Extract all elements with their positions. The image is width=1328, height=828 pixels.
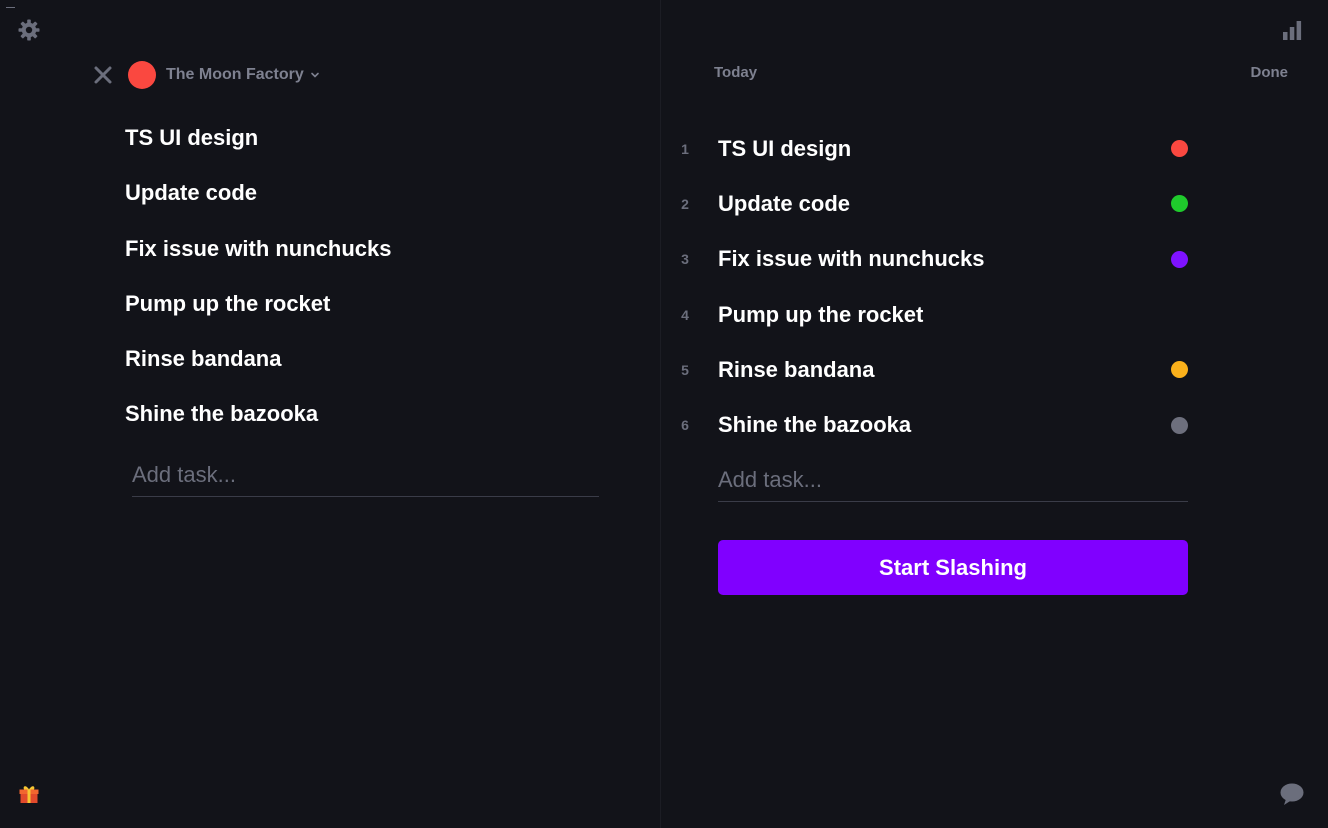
chevron-down-icon [310, 70, 320, 80]
settings-button[interactable] [15, 16, 43, 44]
task-label: Fix issue with nunchucks [718, 246, 985, 272]
project-header: The Moon Factory [90, 58, 320, 92]
project-color-dot [1171, 416, 1188, 434]
bar-chart-icon [1283, 21, 1302, 40]
task-number: 6 [681, 417, 689, 434]
task-label: TS UI design [718, 135, 852, 161]
task-number: 2 [681, 195, 689, 212]
today-task-row[interactable]: 6 Shine the bazooka [670, 397, 1190, 452]
done-header[interactable]: Done [1251, 64, 1289, 81]
task-number: 3 [681, 251, 689, 268]
app-window: The Moon Factory TS UI design Update cod… [0, 0, 1328, 828]
gear-icon [18, 19, 40, 41]
task-label: Rinse bandana [718, 356, 875, 382]
task-item[interactable]: Fix issue with nunchucks [125, 221, 605, 276]
today-task-row[interactable]: 4 Pump up the rocket [670, 287, 1190, 342]
stats-button[interactable] [1278, 16, 1306, 44]
today-task-row[interactable]: 2 Update code [670, 176, 1190, 231]
today-task-list: 1 TS UI design 2 Update code 3 Fix issue… [670, 121, 1190, 453]
task-label: Update code [718, 190, 851, 216]
gift-icon [19, 786, 39, 803]
today-header[interactable]: Today [714, 64, 757, 81]
project-add-task-field [132, 453, 599, 497]
close-project-button[interactable] [90, 62, 116, 88]
add-task-input[interactable] [718, 458, 1188, 501]
today-task-row[interactable]: 5 Rinse bandana [670, 342, 1190, 397]
add-task-input[interactable] [132, 453, 599, 496]
task-number: 5 [681, 361, 689, 378]
project-color-dot [128, 61, 156, 89]
panel-divider [660, 0, 661, 828]
task-item[interactable]: Rinse bandana [125, 331, 605, 386]
task-item[interactable]: Shine the bazooka [125, 386, 605, 441]
gift-button[interactable] [15, 780, 43, 808]
task-item[interactable]: TS UI design [125, 110, 605, 165]
project-color-dot [1171, 250, 1188, 268]
project-color-dot [1171, 195, 1188, 213]
chat-bubble-icon [1280, 783, 1304, 805]
project-color-dot [1171, 140, 1188, 158]
task-number: 4 [681, 306, 689, 323]
today-task-row[interactable]: 3 Fix issue with nunchucks [670, 232, 1190, 287]
task-item[interactable]: Pump up the rocket [125, 276, 605, 331]
task-number: 1 [681, 140, 689, 157]
task-item[interactable]: Update code [125, 165, 605, 220]
project-task-list: TS UI design Update code Fix issue with … [125, 110, 605, 442]
task-label: Shine the bazooka [718, 412, 912, 438]
start-slashing-button[interactable]: Start Slashing [718, 540, 1188, 595]
today-add-task-field [718, 458, 1188, 502]
project-color-dot [1171, 361, 1188, 379]
project-name: The Moon Factory [166, 66, 304, 83]
chat-button[interactable] [1277, 780, 1307, 808]
task-label: Pump up the rocket [718, 301, 924, 327]
window-indicator [6, 7, 15, 8]
close-icon [94, 66, 112, 84]
project-selector[interactable]: The Moon Factory [166, 66, 320, 84]
today-task-row[interactable]: 1 TS UI design [670, 121, 1190, 176]
